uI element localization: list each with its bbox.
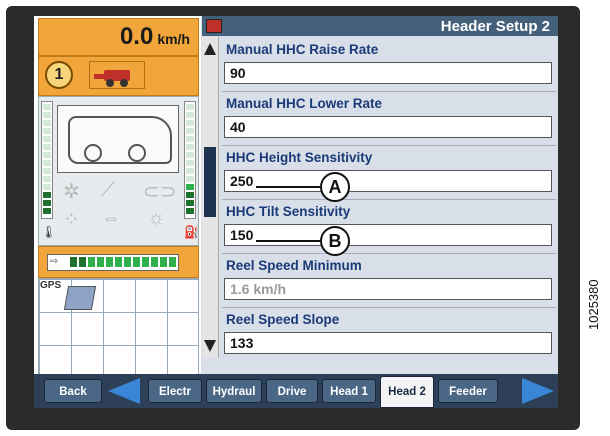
- light-icon: ☼: [147, 207, 166, 229]
- setting-reel-speed-slope[interactable]: Reel Speed Slope 133: [222, 308, 556, 362]
- setting-label: Manual HHC Raise Rate: [226, 42, 379, 57]
- tab-hydraul[interactable]: Hydraul: [206, 379, 262, 403]
- scroll-thumb[interactable]: [204, 147, 216, 217]
- speed-value: 0.0: [119, 23, 154, 50]
- tab-head-2[interactable]: Head 2: [380, 376, 434, 408]
- raise-rate-field[interactable]: 90: [224, 62, 552, 84]
- right-level-bar: [184, 101, 196, 219]
- chevron-icon: ⟋: [101, 179, 115, 201]
- temperature-icon: 🌡: [41, 225, 57, 239]
- combine-outline-icon: [57, 105, 179, 173]
- map-grid: [38, 278, 199, 380]
- speed-unit: km/h: [157, 31, 190, 47]
- engine-icon: ⇨: [50, 256, 59, 267]
- spray-icon: ⁘: [63, 209, 80, 231]
- tab-drive[interactable]: Drive: [266, 379, 318, 403]
- satellite-icon: [63, 286, 97, 310]
- header-icon: [206, 19, 222, 33]
- callout-a: A: [320, 172, 350, 202]
- fan-icon: ✲: [63, 181, 80, 203]
- field-value: 40: [230, 119, 246, 135]
- combine-icon[interactable]: [89, 61, 145, 89]
- monitor-screen: 0.0 km/h 1 ✲ ⟋ ⊂⊃ ⁘ ⇔ ☼ 🌡 ⛽ ⇨ GPS Header…: [34, 16, 558, 408]
- engine-load-bar: ⇨: [47, 254, 179, 271]
- page-title-bar: Header Setup 2: [202, 16, 558, 36]
- nav-right-arrow-icon[interactable]: [522, 378, 554, 404]
- setting-raise-rate[interactable]: Manual HHC Raise Rate 90: [222, 38, 556, 92]
- scroll-up-icon[interactable]: [204, 43, 216, 55]
- setting-tilt-sensitivity[interactable]: HHC Tilt Sensitivity 150: [222, 200, 556, 254]
- setting-lower-rate[interactable]: Manual HHC Lower Rate 40: [222, 92, 556, 146]
- field-value: 133: [230, 335, 254, 351]
- callout-b-line: [256, 240, 320, 242]
- tab-electr[interactable]: Electr: [148, 379, 202, 403]
- field-value: 150: [230, 227, 254, 243]
- reel-speed-slope-field[interactable]: 133: [224, 332, 552, 354]
- tab-feeder[interactable]: Feeder: [438, 379, 498, 403]
- engine-load-display: ⇨: [38, 246, 199, 278]
- setting-label: Reel Speed Slope: [226, 312, 340, 327]
- page-title: Header Setup 2: [440, 18, 550, 35]
- setting-label: Manual HHC Lower Rate: [226, 96, 383, 111]
- mode-row: 1: [38, 56, 199, 96]
- arrows-icon: ⇔: [101, 207, 121, 229]
- scrollbar[interactable]: [202, 37, 219, 358]
- gear-number-icon[interactable]: 1: [45, 61, 73, 89]
- link-icon: ⊂⊃: [143, 181, 177, 203]
- speed-display: 0.0 km/h: [38, 18, 199, 56]
- height-sensitivity-field[interactable]: 250: [224, 170, 552, 192]
- nav-left-arrow-icon[interactable]: [108, 378, 140, 404]
- field-value: 1.6 km/h: [230, 281, 287, 297]
- setting-reel-speed-minimum[interactable]: Reel Speed Minimum 1.6 km/h: [222, 254, 556, 308]
- bottom-nav: Back Electr Hydraul Drive Head 1 Head 2 …: [34, 374, 558, 408]
- field-value: 90: [230, 65, 246, 81]
- fuel-icon: ⛽: [184, 225, 199, 239]
- status-panel: 0.0 km/h 1 ✲ ⟋ ⊂⊃ ⁘ ⇔ ☼ 🌡 ⛽ ⇨ GPS: [34, 16, 201, 408]
- gps-label: GPS: [40, 280, 62, 291]
- left-level-bar: [41, 101, 53, 219]
- speed-readout: 0.0 km/h: [120, 23, 190, 51]
- setting-height-sensitivity[interactable]: HHC Height Sensitivity 250: [222, 146, 556, 200]
- setting-label: HHC Tilt Sensitivity: [226, 204, 351, 219]
- lower-rate-field[interactable]: 40: [224, 116, 552, 138]
- machine-status-area: ✲ ⟋ ⊂⊃ ⁘ ⇔ ☼ 🌡 ⛽: [38, 96, 199, 246]
- field-value: 250: [230, 173, 254, 189]
- callout-b: B: [320, 226, 350, 256]
- tab-head-1[interactable]: Head 1: [322, 379, 376, 403]
- warning-icons-group: ✲ ⟋ ⊂⊃ ⁘ ⇔ ☼: [57, 177, 179, 237]
- callout-a-line: [256, 186, 320, 188]
- back-button[interactable]: Back: [44, 379, 102, 403]
- figure-code: 1025380: [586, 279, 601, 330]
- scroll-down-icon[interactable]: [204, 340, 216, 352]
- tilt-sensitivity-field[interactable]: 150: [224, 224, 552, 246]
- setting-label: Reel Speed Minimum: [226, 258, 362, 273]
- reel-speed-minimum-field[interactable]: 1.6 km/h: [224, 278, 552, 300]
- setting-label: HHC Height Sensitivity: [226, 150, 373, 165]
